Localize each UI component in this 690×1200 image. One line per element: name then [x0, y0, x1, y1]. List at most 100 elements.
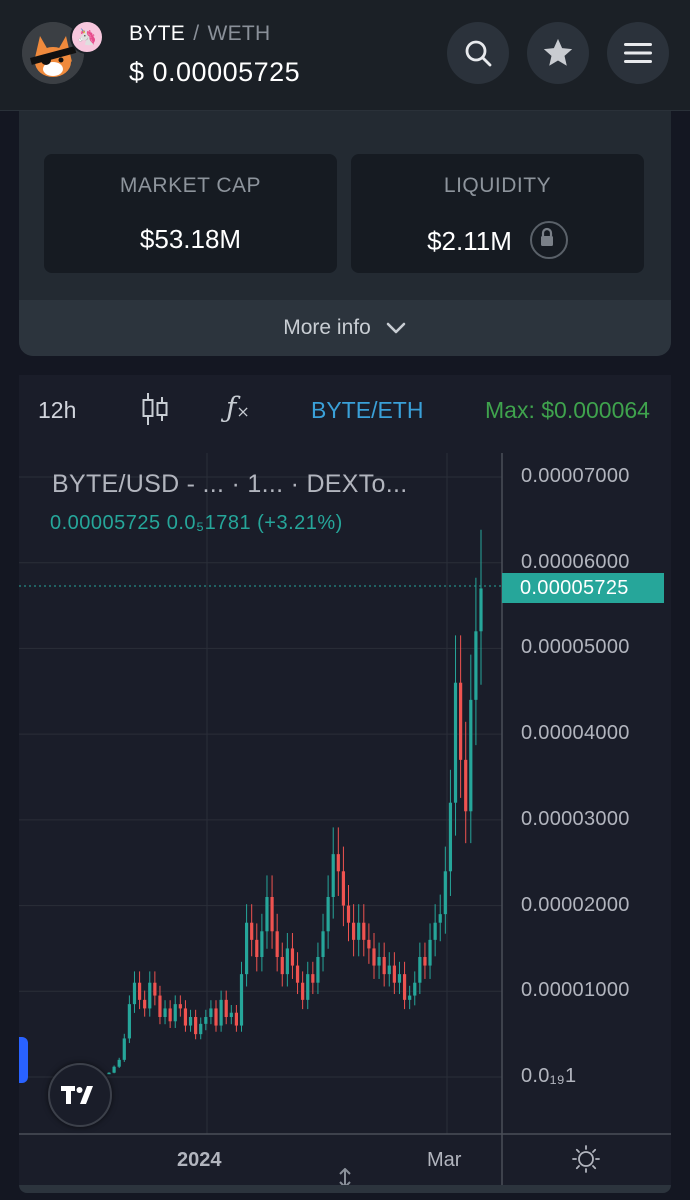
candle-body: [239, 974, 244, 1026]
candle-body: [163, 1008, 167, 1017]
candle-body: [474, 631, 478, 700]
candle-body: [199, 1023, 203, 1035]
candle-body: [117, 1059, 121, 1067]
candle-body: [229, 1012, 233, 1017]
candle-body: [448, 802, 453, 872]
more-info-label: More info: [283, 316, 371, 339]
tradingview-icon: [61, 1086, 93, 1104]
candle-body: [148, 982, 152, 1009]
candle-body: [336, 854, 340, 872]
hamburger-menu-icon: [624, 43, 652, 63]
candle-body: [290, 948, 295, 966]
liquidity-label: LIQUIDITY: [443, 174, 552, 197]
candle-body: [413, 982, 417, 996]
candle-body: [352, 922, 356, 940]
search-icon: [465, 40, 492, 67]
pair-separator: /: [193, 22, 200, 45]
more-info-button[interactable]: More info: [19, 300, 671, 356]
market-cap-value: $53.18M: [139, 224, 242, 254]
candle-body: [316, 957, 320, 983]
tradingview-logo[interactable]: [48, 1063, 112, 1127]
current-price: $ 0.00005725: [129, 57, 301, 87]
quote-symbol: WETH: [207, 22, 271, 45]
candle-body: [423, 957, 427, 966]
candle-body: [295, 965, 300, 983]
candle-body: [428, 939, 432, 966]
market-cap-label: MARKET CAP: [119, 174, 262, 197]
search-button[interactable]: [447, 22, 509, 84]
candle-body: [418, 957, 422, 983]
candle-body: [224, 999, 228, 1017]
candle-body: [265, 897, 269, 932]
candle-body: [168, 1008, 172, 1022]
candle-body: [214, 1008, 218, 1026]
candle-body: [311, 974, 315, 983]
candle-body: [382, 957, 386, 975]
chart-legend-title[interactable]: BYTE/USD - ... · 1... · DEXTo...: [52, 470, 408, 499]
candle-body: [250, 922, 254, 940]
candle-body: [209, 1008, 213, 1017]
lock-icon[interactable]: [529, 221, 568, 259]
candle-body: [346, 905, 351, 923]
candle-body: [397, 974, 402, 983]
side-panel-tab[interactable]: [19, 1037, 28, 1083]
candle-body: [408, 995, 412, 1000]
candle-body: [132, 982, 137, 1005]
candle-body: [331, 854, 335, 897]
candle-body: [392, 965, 396, 983]
base-symbol: BYTE: [129, 22, 186, 45]
pair-header: 🦄 BYTE / WETH $ 0.00005725: [0, 0, 690, 111]
menu-button[interactable]: [607, 22, 669, 84]
candle-body: [321, 931, 325, 957]
y-tick-label: 0.00003000: [521, 807, 630, 830]
candle-body: [260, 931, 264, 957]
candles-group: [107, 529, 483, 1075]
y-tick-label: 0.00006000: [521, 550, 630, 573]
candle-body: [204, 1017, 208, 1024]
liquidity-value-row: $2.11M: [351, 221, 644, 262]
candle-body: [234, 1012, 238, 1026]
candle-body: [453, 682, 458, 803]
liquidity-box: LIQUIDITY $2.11M: [351, 154, 644, 273]
candle-body: [402, 974, 407, 1000]
y-tick-label: 0.00002000: [521, 893, 630, 916]
candle-body: [306, 974, 310, 1000]
resize-arrows-icon: [339, 1167, 351, 1185]
candle-body: [137, 982, 142, 1000]
price-chart-widget[interactable]: 12h ƒ× BYTE/ETH Max: $0.000064 BYTE/USD …: [19, 375, 671, 1185]
chart-legend-values: 0.00005725 0.0₅1781 (+3.21%): [50, 512, 343, 534]
candle-body: [326, 897, 330, 932]
candle-body: [469, 699, 473, 812]
candle-body: [127, 1004, 131, 1039]
y-tick-label: 0.00004000: [521, 722, 630, 745]
candle-body: [275, 931, 279, 957]
bottom-edge: [19, 1185, 671, 1193]
candle-body: [387, 965, 391, 975]
y-tick-label: 0.00001000: [521, 979, 630, 1002]
candle-body: [479, 588, 483, 632]
candle-body: [188, 1017, 193, 1026]
favorite-button[interactable]: [527, 22, 589, 84]
sun-settings-icon: [572, 1145, 600, 1173]
candle-body: [173, 1004, 177, 1022]
y-tick-label: 0.00005000: [521, 636, 630, 659]
chart-settings-button[interactable]: [572, 1145, 600, 1178]
candle-body: [367, 939, 371, 949]
candle-body: [122, 1038, 126, 1060]
uniswap-unicorn-icon: 🦄: [70, 20, 104, 54]
chevron-down-icon: [386, 322, 406, 334]
x-tick-2024: 2024: [177, 1149, 222, 1171]
candle-body: [183, 1008, 188, 1026]
grid-lines: [19, 453, 502, 1134]
pair-info-card: MARKET CAP $53.18M LIQUIDITY $2.11M More…: [19, 110, 671, 356]
candle-body: [158, 995, 162, 1017]
candle-body: [153, 982, 157, 996]
y-tick-label: 0.0₁₉1: [521, 1065, 577, 1087]
candle-body: [464, 759, 468, 812]
liquidity-value: $2.11M: [427, 225, 512, 256]
candle-body: [178, 1004, 182, 1009]
candle-body: [372, 948, 376, 966]
star-icon: [543, 38, 573, 66]
candle-body: [301, 982, 305, 1000]
resize-handle[interactable]: [335, 1167, 355, 1185]
